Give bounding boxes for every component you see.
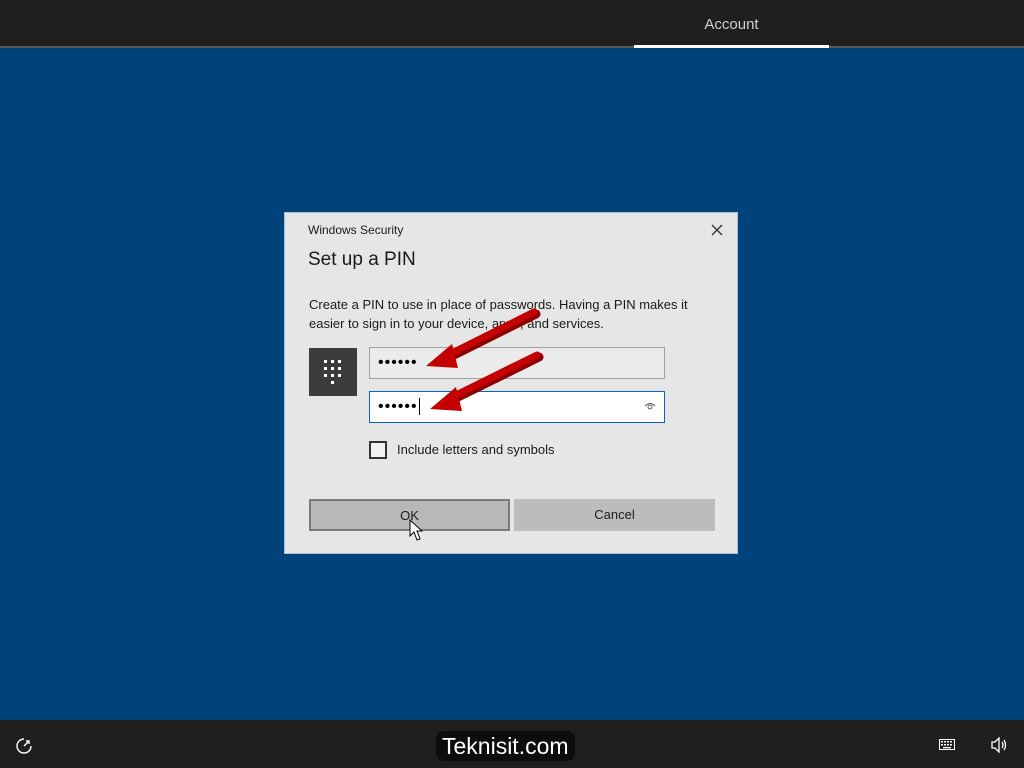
confirm-pin-value: •••••• <box>378 398 418 415</box>
ease-of-access-icon[interactable] <box>15 737 33 755</box>
ok-button[interactable]: OK <box>309 499 510 531</box>
watermark: Teknisit.com <box>436 731 575 761</box>
cancel-button[interactable]: Cancel <box>514 499 715 531</box>
set-up-pin-dialog: Windows Security Set up a PIN Create a P… <box>284 212 738 554</box>
include-letters-checkbox[interactable] <box>369 441 387 459</box>
reveal-eye-icon[interactable] <box>644 401 656 411</box>
keypad-icon <box>309 348 357 396</box>
text-caret <box>418 398 420 416</box>
dialog-caption: Windows Security <box>308 223 404 237</box>
dialog-description: Create a PIN to use in place of password… <box>309 297 688 331</box>
keyboard-icon[interactable] <box>939 739 955 750</box>
confirm-pin-input[interactable]: •••••• <box>369 391 665 423</box>
close-button[interactable] <box>701 219 733 241</box>
tab-account[interactable]: Account <box>634 0 829 46</box>
tab-account-underline <box>634 45 829 48</box>
volume-icon[interactable] <box>990 737 1008 753</box>
dialog-heading: Set up a PIN <box>308 249 416 270</box>
new-pin-value: •••••• <box>378 354 418 371</box>
new-pin-input[interactable]: •••••• <box>369 347 665 379</box>
include-letters-label[interactable]: Include letters and symbols <box>397 442 555 457</box>
top-bar <box>0 0 1024 48</box>
close-icon <box>711 224 723 236</box>
